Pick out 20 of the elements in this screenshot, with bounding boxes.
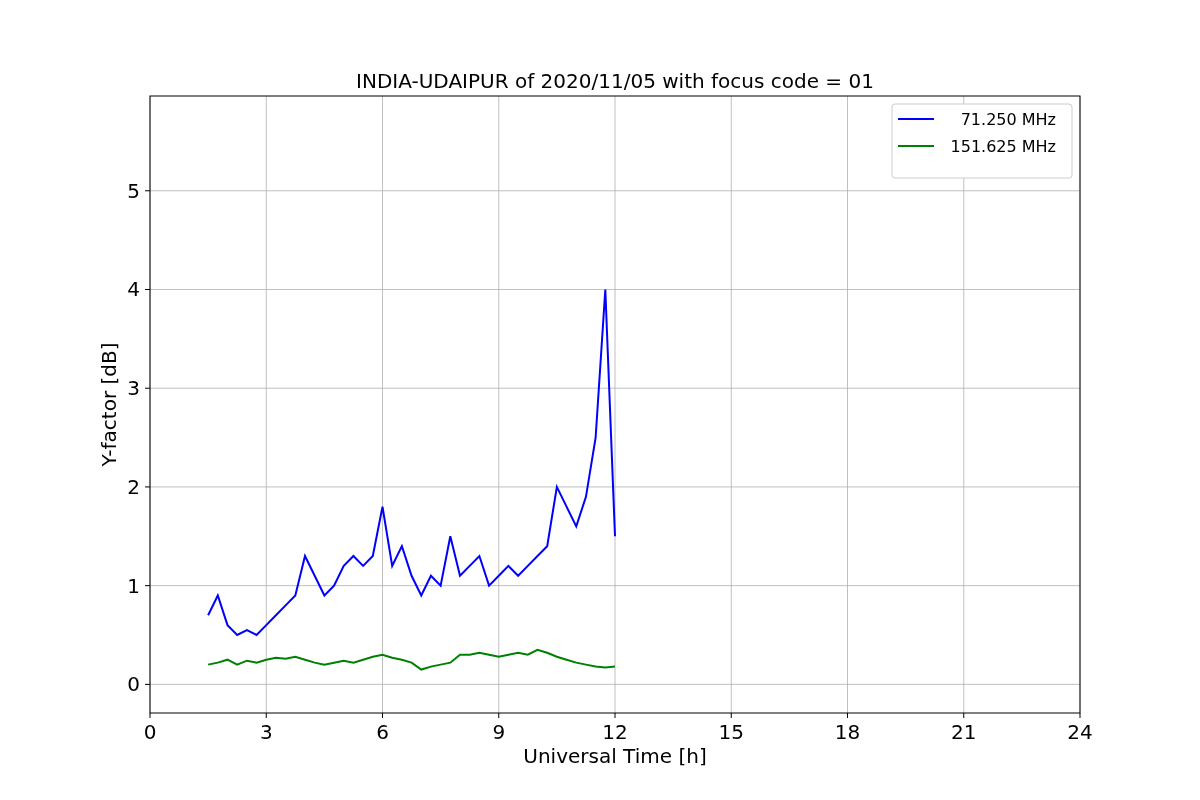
x-tick-label: 24	[1067, 720, 1093, 744]
y-tick-label: 5	[127, 178, 140, 203]
x-tick-label: 6	[376, 720, 389, 744]
y-tick-label: 4	[127, 277, 140, 302]
y-tick-label: 1	[127, 573, 140, 598]
x-tick-label: 0	[143, 720, 157, 744]
y-tick-label: 2	[127, 474, 140, 499]
x-tick-label: 12	[602, 720, 628, 744]
legend-label: 71.250 MHz	[960, 110, 1056, 129]
x-tick-label: 18	[834, 720, 861, 744]
y-axis-label: Y-factor [dB]	[97, 342, 121, 467]
x-tick-label: 3	[259, 720, 273, 744]
x-tick-label: 21	[951, 720, 977, 744]
x-tick-label: 15	[718, 720, 744, 744]
chart-title: INDIA-UDAIPUR of 2020/11/05 with focus code = 01	[356, 69, 874, 93]
legend-label: 151.625 MHz	[950, 137, 1056, 156]
y-tick-label: 0	[127, 672, 140, 697]
x-axis-label: Universal Time [h]	[523, 744, 707, 768]
y-tick-label: 3	[127, 376, 140, 401]
x-tick-label: 9	[492, 720, 506, 744]
